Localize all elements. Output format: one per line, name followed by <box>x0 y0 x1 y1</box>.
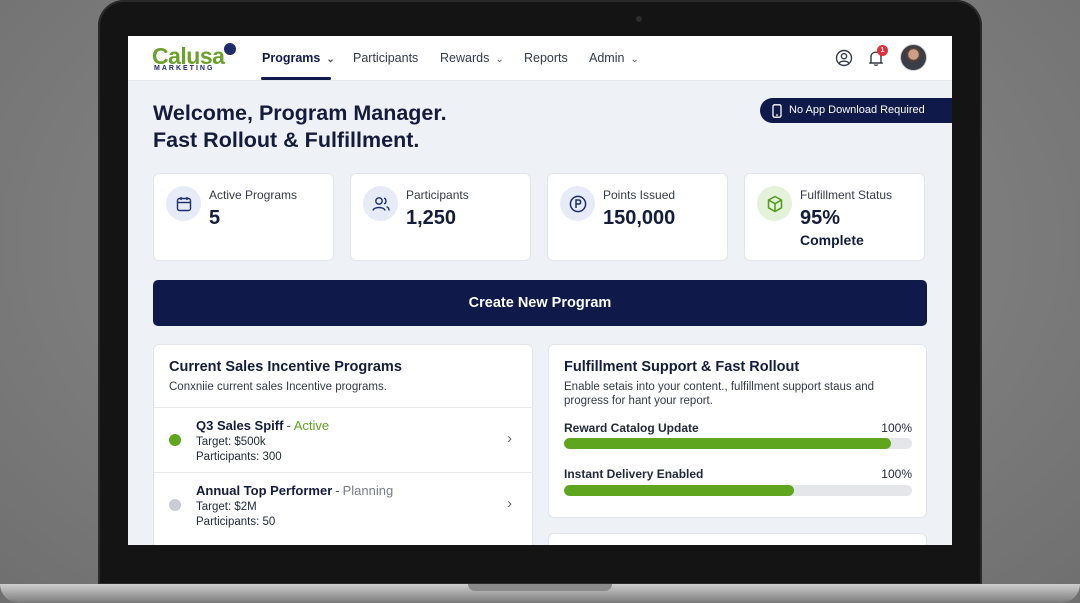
progress-bar-instant-delivery <box>564 485 912 496</box>
camera-dot <box>636 16 642 22</box>
stat-value: 1,250 <box>406 207 457 229</box>
stat-label: Fulfillment Status <box>800 188 893 202</box>
laptop-notch <box>468 584 612 591</box>
program-participants: Participants: 300 <box>196 451 282 463</box>
program-name: Q3 Sales Spiff - Active <box>196 418 329 433</box>
nav-rewards[interactable]: Rewards ⌄ <box>440 36 504 80</box>
stat-value: 5 <box>209 207 221 229</box>
nav-label: Programs <box>262 51 321 65</box>
program-participants: Participants: 50 <box>196 516 276 528</box>
points-icon <box>560 186 595 221</box>
separator: - <box>335 483 340 498</box>
stat-value: 150,000 <box>603 207 676 229</box>
next-panel-peek <box>548 533 927 545</box>
program-target: Target: $500k <box>196 436 266 448</box>
program-status: Active <box>293 418 330 433</box>
calendar-icon <box>166 186 201 221</box>
stat-sub-label: Complete <box>800 232 864 248</box>
app-screen: Calusa MARKETING Programs ⌄ Participants … <box>128 36 952 545</box>
program-row-q3-sales-spiff[interactable]: Q3 Sales Spiff - Active Target: $500k Part… <box>154 407 532 473</box>
welcome-line-1: Welcome, Program Manager. <box>153 101 447 125</box>
stat-card-fulfillment-status[interactable]: Fulfillment Status 95% Complete <box>744 173 925 261</box>
no-app-download-badge: No App Download Required <box>760 98 952 123</box>
stat-label: Active Programs <box>209 188 298 202</box>
program-status: Planning <box>342 483 394 498</box>
brand-tagline: MARKETING <box>154 65 215 72</box>
nav-label: Participants <box>353 51 419 65</box>
chevron-right-icon[interactable]: › <box>507 430 512 447</box>
status-dot <box>169 499 181 511</box>
progress-fill <box>564 485 794 496</box>
nav-admin[interactable]: Admin ⌄ <box>589 36 639 80</box>
panel-description: Conxniie current sales Incentive program… <box>169 381 387 393</box>
page-title: Welcome, Program Manager. Fast Rollout &… <box>153 100 447 154</box>
fulfillment-support-panel: Fulfillment Support & Fast Rollout Enabl… <box>548 344 927 518</box>
nav-reports[interactable]: Reports <box>524 36 568 80</box>
stat-label: Points Issued <box>603 188 676 202</box>
stat-card-active-programs[interactable]: Active Programs 5 <box>153 173 334 261</box>
box-icon <box>757 186 792 221</box>
progress-label: Reward Catalog Update <box>564 421 699 435</box>
chevron-down-icon: ⌄ <box>326 54 335 65</box>
progress-percent: 100% <box>881 421 912 435</box>
program-target: Target: $2M <box>196 501 257 513</box>
progress-percent: 100% <box>881 467 912 481</box>
top-nav: Calusa MARKETING Programs ⌄ Participants … <box>128 36 952 81</box>
nav-label: Rewards <box>440 51 490 65</box>
active-tab-indicator <box>261 77 331 80</box>
avatar[interactable] <box>900 44 927 71</box>
panel-title: Current Sales Incentive Programs <box>169 359 402 375</box>
nav-label: Admin <box>589 51 625 65</box>
notification-badge: 1 <box>877 45 888 56</box>
progress-bar-reward-catalog <box>564 438 912 449</box>
welcome-line-2: Fast Rollout & Fulfillment. <box>153 128 420 152</box>
program-name: Annual Top Performer - Planning <box>196 483 393 498</box>
chevron-down-icon: ⌄ <box>495 54 504 65</box>
banner-label: No App Download Required <box>789 104 925 116</box>
separator: - <box>286 418 291 433</box>
users-icon <box>363 186 398 221</box>
stat-card-participants[interactable]: Participants 1,250 <box>350 173 531 261</box>
user-circle-icon[interactable] <box>835 49 853 67</box>
phone-icon <box>772 104 782 118</box>
brand-mark-icon <box>224 43 236 55</box>
panel-description: Enable setais into your content., fulfil… <box>564 381 875 407</box>
nav-participants[interactable]: Participants <box>353 36 418 80</box>
program-row-annual-top-performer[interactable]: Annual Top Performer - Planning Target: $2… <box>154 472 532 538</box>
nav-programs[interactable]: Programs ⌄ <box>262 36 335 80</box>
progress-fill <box>564 438 892 449</box>
program-title: Q3 Sales Spiff <box>196 418 284 433</box>
stat-card-points-issued[interactable]: Points Issued 150,000 <box>547 173 728 261</box>
sales-programs-panel: Current Sales Incentive Programs Conxnii… <box>153 344 533 545</box>
brand-logo[interactable]: Calusa MARKETING <box>152 43 242 73</box>
nav-label: Reports <box>524 51 568 65</box>
chevron-right-icon[interactable]: › <box>507 495 512 512</box>
program-title: Annual Top Performer <box>196 483 333 498</box>
progress-label: Instant Delivery Enabled <box>564 467 704 481</box>
status-dot <box>169 434 181 446</box>
panel-title: Fulfillment Support & Fast Rollout <box>564 359 800 375</box>
stat-value: 95% <box>800 207 841 229</box>
stat-label: Participants <box>406 188 469 202</box>
chevron-down-icon: ⌄ <box>630 54 639 65</box>
create-new-program-button[interactable]: Create New Program <box>153 280 927 326</box>
